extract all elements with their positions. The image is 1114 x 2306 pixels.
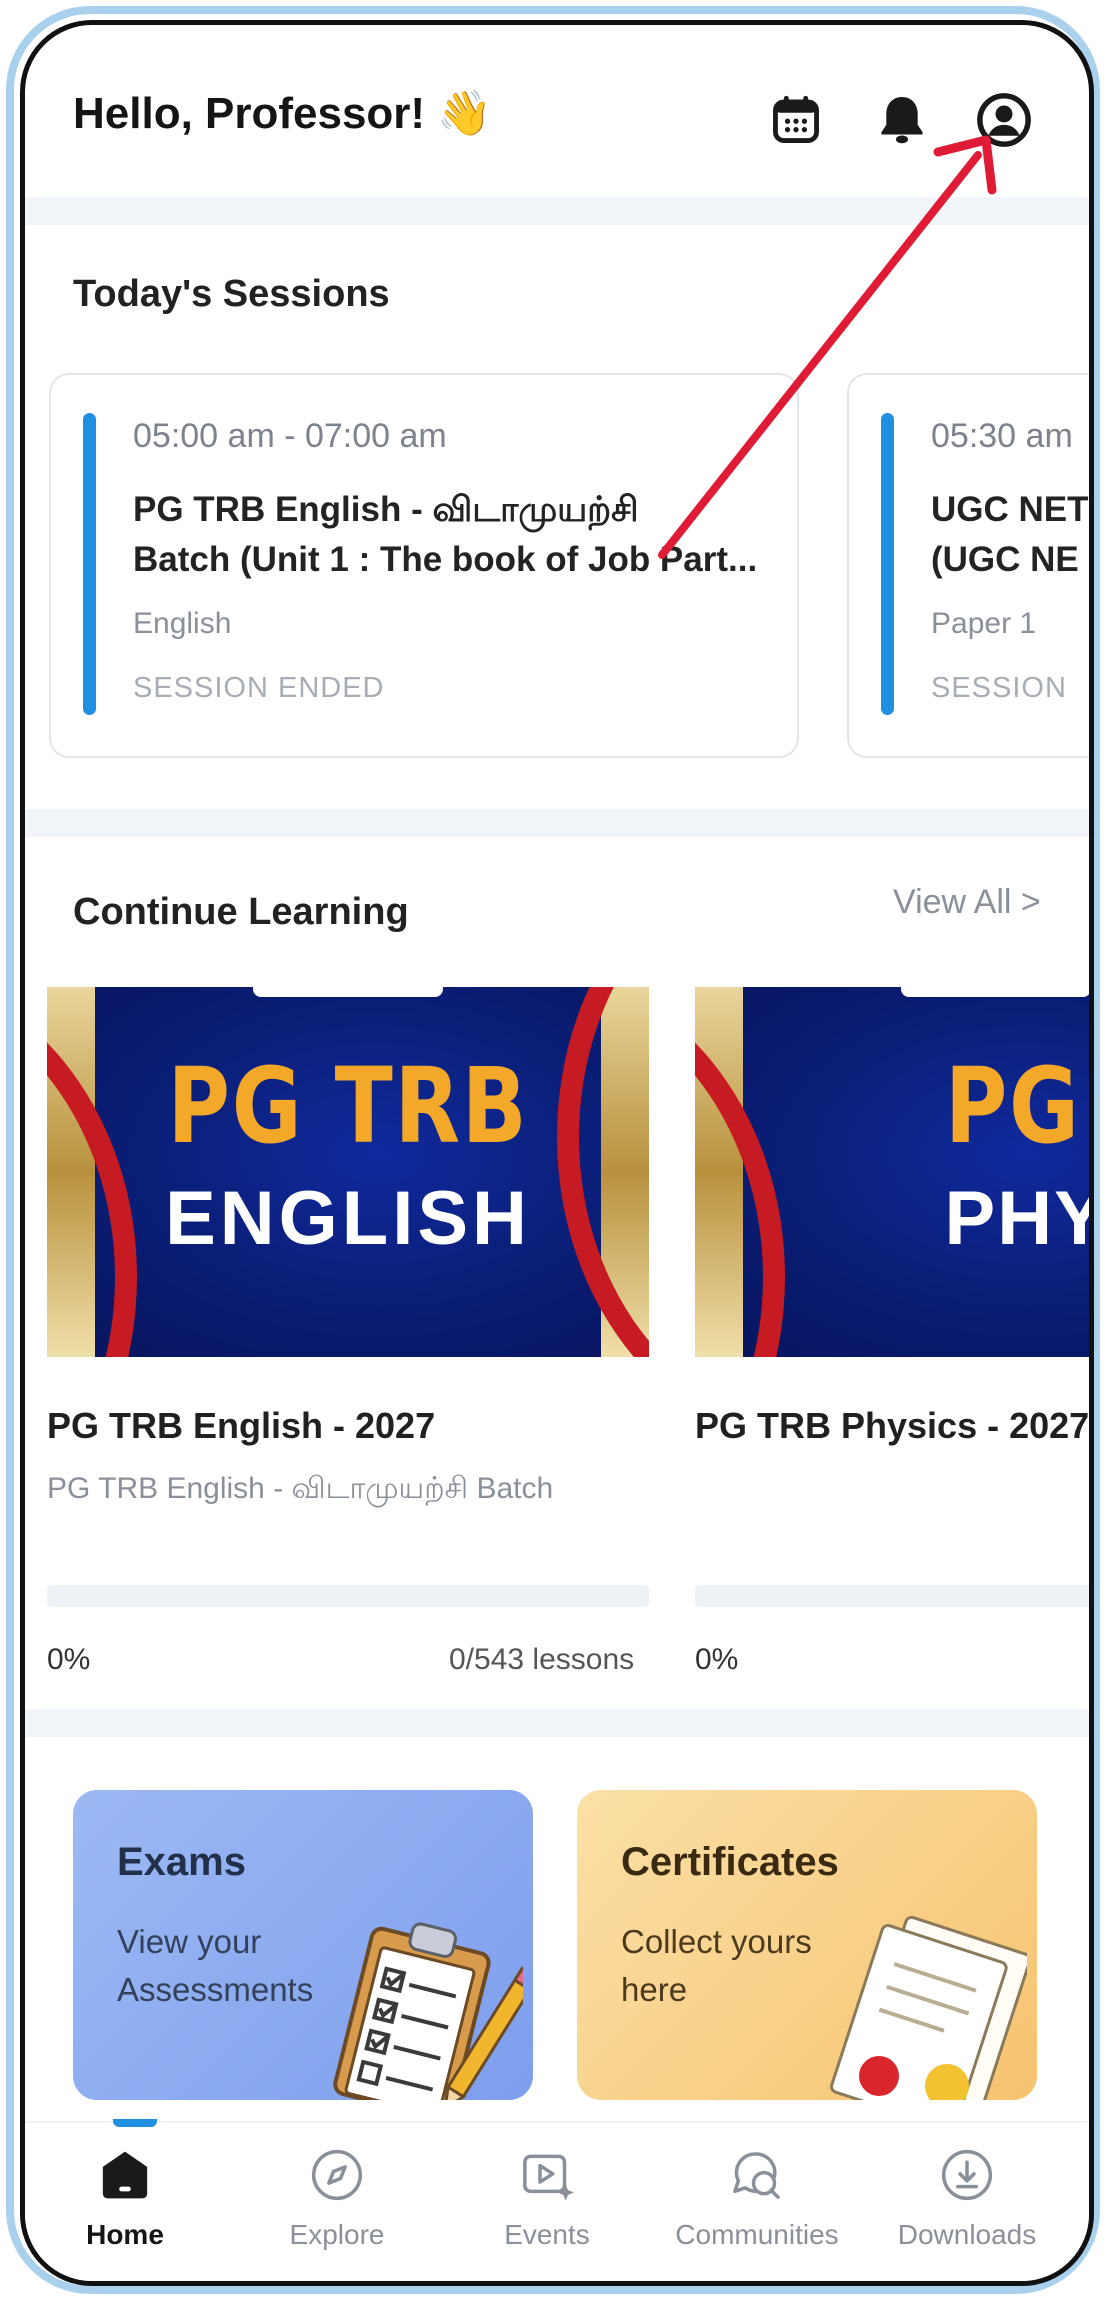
clipboard-checklist-icon bbox=[333, 1922, 523, 2100]
session-status: SESSION bbox=[931, 672, 1067, 704]
thumbnail-subject: ENGLISH bbox=[165, 1176, 531, 1261]
continue-learning-title: Continue Learning bbox=[73, 891, 409, 933]
view-all-link[interactable]: View All > bbox=[893, 883, 1041, 922]
course-thumbnail[interactable]: PG TRB ENGLISH bbox=[47, 987, 649, 1357]
session-subject: English bbox=[133, 607, 232, 640]
home-screen: Hello, Professor! 👋 Today's Sessions 05:… bbox=[25, 25, 1089, 2281]
course-title[interactable]: PG TRB Physics - 2027 bbox=[695, 1405, 1089, 1447]
home-icon bbox=[102, 2151, 148, 2199]
session-title: PG TRB English - விடாமுயற்சி Batch (Unit… bbox=[133, 485, 783, 585]
session-accent-bar bbox=[881, 413, 894, 715]
nav-label: Explore bbox=[289, 2219, 385, 2250]
course-progress-bar bbox=[695, 1585, 1089, 1607]
download-icon bbox=[941, 2149, 993, 2201]
greeting-heading: Hello, Professor! 👋 bbox=[73, 87, 492, 139]
nav-item-explore[interactable]: Explore bbox=[247, 2147, 427, 2251]
thumbnail-subject: PHYSIC bbox=[944, 1176, 1089, 1261]
nav-item-events[interactable]: Events bbox=[457, 2147, 637, 2251]
course-title[interactable]: PG TRB English - 2027 bbox=[47, 1405, 435, 1447]
nav-label: Home bbox=[86, 2219, 164, 2250]
nav-active-indicator bbox=[113, 2119, 157, 2127]
session-accent-bar bbox=[83, 413, 96, 715]
certificates-tile[interactable]: Certificates Collect yours here bbox=[577, 1790, 1037, 2100]
thumbnail-notch bbox=[253, 987, 443, 997]
session-time: 05:30 am bbox=[931, 417, 1073, 455]
session-status: SESSION ENDED bbox=[133, 672, 385, 704]
session-title-line: (UGC NE bbox=[931, 540, 1079, 579]
course-progress-percent: 0% bbox=[47, 1643, 91, 1676]
exams-tile[interactable]: Exams View your Assessments bbox=[73, 1790, 533, 2100]
course-progress-bar bbox=[47, 1585, 649, 1607]
bell-icon[interactable] bbox=[873, 91, 931, 149]
session-time: 05:00 am - 07:00 am bbox=[133, 417, 447, 455]
chat-bubble-icon bbox=[733, 2152, 780, 2199]
certificates-tile-title: Certificates bbox=[621, 1840, 839, 1884]
session-card[interactable]: 05:30 am UGC NET (UGC NE Paper 1 SESSION bbox=[847, 373, 1089, 758]
session-card[interactable]: 05:00 am - 07:00 am PG TRB English - விட… bbox=[49, 373, 799, 758]
nav-item-home[interactable]: Home bbox=[35, 2147, 215, 2251]
section-divider bbox=[25, 197, 1089, 225]
exams-tile-title: Exams bbox=[117, 1840, 246, 1884]
session-subject: Paper 1 bbox=[931, 607, 1037, 640]
thumbnail-notch bbox=[901, 987, 1089, 997]
play-sparkle-icon bbox=[523, 2154, 574, 2201]
compass-icon bbox=[311, 2149, 363, 2201]
course-batch: PG TRB English - விடாமுயற்சி Batch bbox=[47, 1472, 554, 1505]
nav-label: Downloads bbox=[897, 2219, 1037, 2250]
course-thumbnail[interactable]: PG TR PHYSIC bbox=[695, 987, 1089, 1357]
calendar-icon[interactable] bbox=[767, 91, 825, 149]
nav-label: Events bbox=[504, 2219, 590, 2250]
session-title: UGC NET (UGC NE bbox=[931, 485, 1089, 585]
session-title-line: PG TRB English - விடாமுயற்சி bbox=[133, 490, 639, 529]
session-title-line: Batch (Unit 1 : The book of Job Part... bbox=[133, 540, 758, 579]
thumbnail-heading: PG TR bbox=[944, 1045, 1089, 1167]
todays-sessions-title: Today's Sessions bbox=[73, 273, 390, 315]
profile-icon[interactable] bbox=[975, 91, 1033, 149]
course-progress-percent: 0% bbox=[695, 1643, 739, 1676]
nav-item-communities[interactable]: Communities bbox=[667, 2147, 847, 2251]
section-divider bbox=[25, 1709, 1089, 1737]
certificate-icon bbox=[830, 1915, 1027, 2100]
greeting-text: Hello, Professor! bbox=[73, 89, 426, 138]
session-title-line: UGC NET bbox=[931, 490, 1089, 529]
nav-label: Communities bbox=[675, 2219, 839, 2250]
section-divider bbox=[25, 809, 1089, 837]
course-lesson-count: 0/543 lessons bbox=[449, 1643, 635, 1676]
thumbnail-red-arc bbox=[557, 987, 649, 1357]
nav-item-downloads[interactable]: Downloads bbox=[877, 2147, 1057, 2251]
thumbnail-heading: PG TRB bbox=[167, 1045, 529, 1167]
waving-hand-icon: 👋 bbox=[437, 88, 493, 139]
phone-frame: Hello, Professor! 👋 Today's Sessions 05:… bbox=[20, 20, 1094, 2286]
